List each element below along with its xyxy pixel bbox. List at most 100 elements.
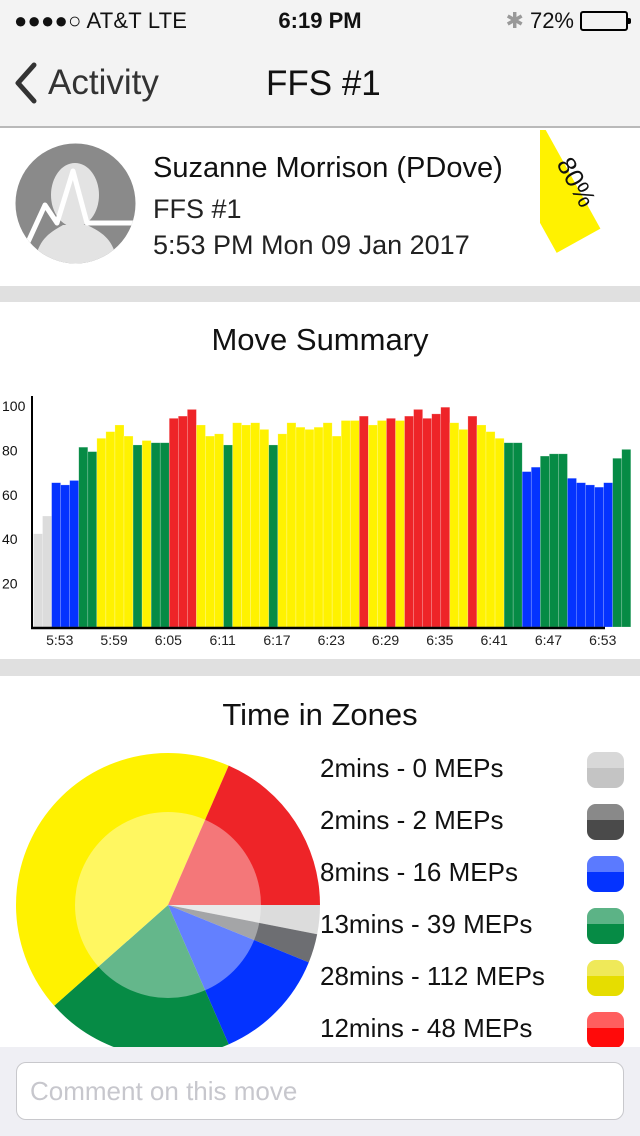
navigation-bar: Activity FFS #1 <box>0 40 640 128</box>
bar <box>458 429 469 628</box>
x-tick-label: 5:53 <box>46 632 73 648</box>
bar <box>530 466 541 628</box>
bar <box>141 440 152 628</box>
bar <box>476 424 487 628</box>
legend-label: 2mins - 2 MEPs <box>320 805 504 835</box>
swatch-gloss <box>587 1012 624 1029</box>
bar <box>395 420 405 628</box>
bar <box>585 484 595 628</box>
bar <box>503 442 514 628</box>
status-right: ✱ 72% <box>505 8 631 34</box>
move-summary-title: Move Summary <box>211 322 429 357</box>
legend-item: 8mins - 16 MEPs <box>320 854 640 906</box>
legend-label: 12mins - 48 MEPs <box>320 1013 533 1043</box>
bar <box>150 442 161 628</box>
move-header: Suzanne Morrison (PDove) FFS #1 5:53 PM … <box>0 130 640 286</box>
bar <box>214 433 224 628</box>
legend-swatch <box>587 960 624 996</box>
activity-datetime: 5:53 PM Mon 09 Jan 2017 <box>153 230 470 260</box>
bar <box>87 451 98 628</box>
bar <box>386 418 396 628</box>
bar <box>594 486 604 628</box>
legend-label: 2mins - 0 MEPs <box>320 753 504 783</box>
back-label: Activity <box>48 63 159 102</box>
legend-item: 2mins - 2 MEPs <box>320 802 640 854</box>
x-tick-label: 6:17 <box>263 632 290 648</box>
bar <box>105 431 116 628</box>
user-name: Suzanne Morrison (PDove) <box>153 152 503 184</box>
legend-swatch <box>587 804 624 840</box>
swatch-gloss <box>587 856 624 873</box>
bar <box>621 449 632 628</box>
back-button[interactable]: Activity <box>14 62 159 104</box>
bar <box>413 409 423 628</box>
bar <box>205 435 215 628</box>
x-tick-label: 6:11 <box>210 632 236 648</box>
move-summary-chart: 20 40 60 80 100 5:53 5:59 6:05 6:11 6:17 6:23 6:29 6… <box>2 396 632 648</box>
comment-bar <box>0 1047 640 1136</box>
page-title: FFS #1 <box>266 64 381 103</box>
legend-label: 8mins - 16 MEPs <box>320 857 518 887</box>
bar <box>449 422 460 628</box>
bar <box>123 435 134 628</box>
bar <box>33 533 43 628</box>
bar <box>295 426 306 628</box>
bar <box>521 471 532 628</box>
bar <box>612 457 623 628</box>
bar <box>349 420 360 628</box>
time-in-zones-pie <box>16 753 320 1055</box>
bar <box>178 415 188 628</box>
bar <box>567 477 577 628</box>
bar <box>51 482 61 628</box>
time-in-zones-title: Time in Zones <box>222 697 418 732</box>
bar <box>250 422 261 628</box>
bar <box>331 435 342 628</box>
bar <box>485 431 496 628</box>
battery-icon <box>580 11 631 31</box>
x-tick-label: 6:23 <box>318 632 345 648</box>
bar <box>114 424 125 628</box>
percent-ribbon <box>540 130 640 286</box>
bar <box>494 437 505 628</box>
legend-label: 28mins - 112 MEPs <box>320 961 545 991</box>
bar <box>96 437 107 628</box>
bar <box>304 429 315 628</box>
bar <box>223 444 233 628</box>
avatar[interactable] <box>15 143 136 264</box>
bar <box>241 424 251 628</box>
bar <box>558 453 568 628</box>
bar <box>313 426 324 628</box>
battery-percent: 72% <box>529 8 574 33</box>
y-tick-label: 60 <box>2 487 18 503</box>
bar <box>340 420 351 628</box>
bar <box>512 442 523 628</box>
bar <box>187 409 197 628</box>
x-tick-label: 5:59 <box>100 632 127 648</box>
bar <box>286 422 297 628</box>
bar <box>277 433 288 628</box>
x-tick-label: 6:29 <box>372 632 399 648</box>
bar <box>60 484 71 628</box>
legend-swatch <box>587 908 624 944</box>
bluetooth-icon: ✱ <box>505 8 524 33</box>
x-tick-label: 6:53 <box>589 632 616 648</box>
bar <box>42 515 52 628</box>
legend-item: 28mins - 112 MEPs <box>320 958 640 1010</box>
legend-swatch <box>587 752 624 788</box>
bar <box>69 480 80 628</box>
activity-name: FFS #1 <box>153 194 242 224</box>
comment-input[interactable] <box>16 1062 624 1120</box>
y-tick-label: 80 <box>2 442 18 458</box>
swatch-gloss <box>587 804 624 821</box>
pie-inner-highlight <box>75 812 261 998</box>
bar <box>603 482 614 628</box>
bar <box>377 420 387 628</box>
bar <box>358 415 369 628</box>
bar <box>368 424 378 628</box>
bar <box>539 455 550 628</box>
bar <box>78 446 89 628</box>
legend-item: 2mins - 0 MEPs <box>320 750 640 802</box>
legend-label: 13mins - 39 MEPs <box>320 909 533 939</box>
section-divider <box>0 286 640 302</box>
x-tick-label: 6:47 <box>535 632 562 648</box>
